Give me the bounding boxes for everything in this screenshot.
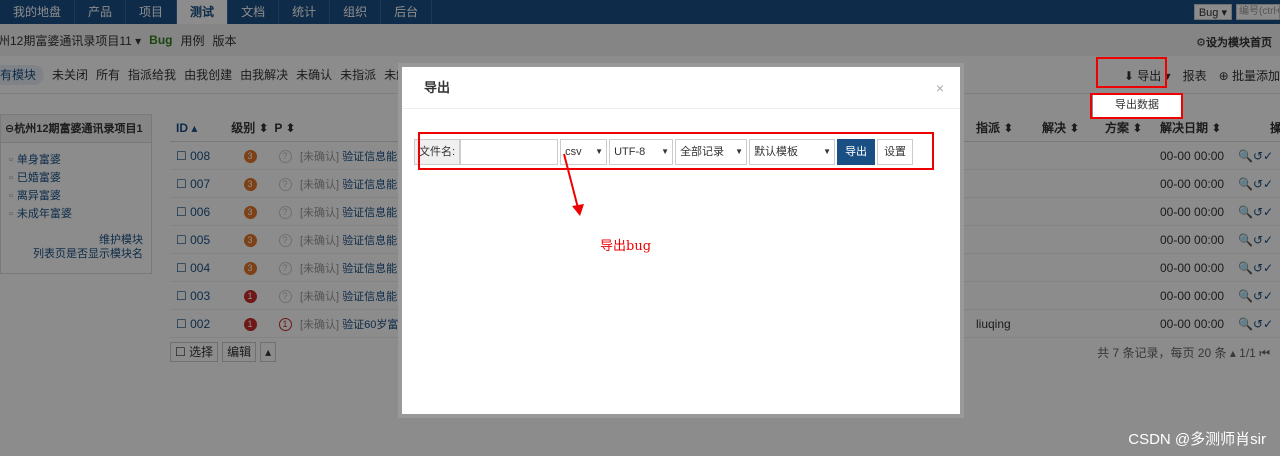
annotation-text: 导出bug <box>600 239 652 254</box>
arrow-annotation <box>563 153 584 216</box>
export-dialog: 导出 × 文件名: csv UTF-8 全部记录 默认模板 导出 设置 <box>398 63 964 418</box>
export-data-highlight <box>1090 93 1183 119</box>
watermark: CSDN @多测师肖sir <box>1128 431 1266 448</box>
export-form-highlight <box>418 132 934 170</box>
arrow-head <box>572 204 584 216</box>
arrow-line <box>563 153 579 209</box>
export-button-highlight <box>1096 57 1167 88</box>
dialog-title: 导出 <box>402 67 960 109</box>
close-icon[interactable]: × <box>936 67 944 109</box>
